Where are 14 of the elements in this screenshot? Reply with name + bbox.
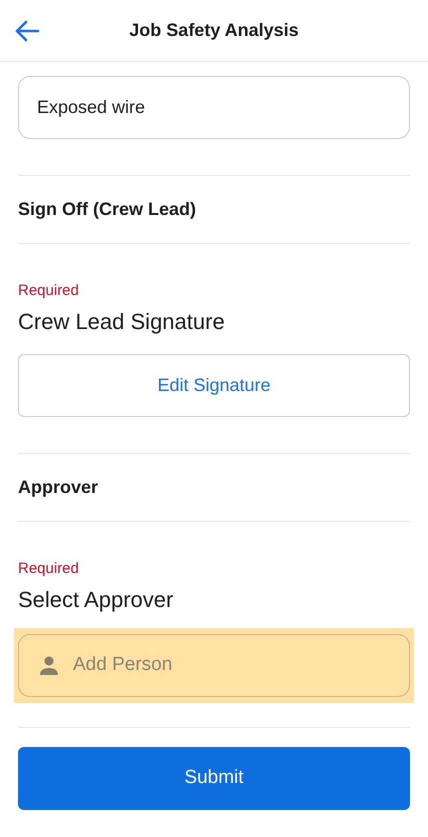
placeholder-text: Add Person xyxy=(73,653,172,678)
person-field[interactable]: Add Person xyxy=(18,634,410,697)
field-label: Crew Lead Signature xyxy=(18,308,226,336)
required-label: Required xyxy=(18,560,80,578)
section-heading: Approver xyxy=(18,476,98,499)
edit-signature-button[interactable]: Edit Signature xyxy=(18,354,410,417)
text-field[interactable]: Exposed wire xyxy=(18,76,410,139)
required-label: Required xyxy=(18,282,80,300)
section-heading: Sign Off (Crew Lead) xyxy=(18,198,196,221)
field-label: Select Approver xyxy=(18,586,174,614)
person-icon xyxy=(39,656,59,675)
back-icon[interactable] xyxy=(14,20,40,42)
screen-title: Job Safety Analysis xyxy=(129,19,299,42)
submit-button[interactable]: Submit xyxy=(18,747,410,810)
